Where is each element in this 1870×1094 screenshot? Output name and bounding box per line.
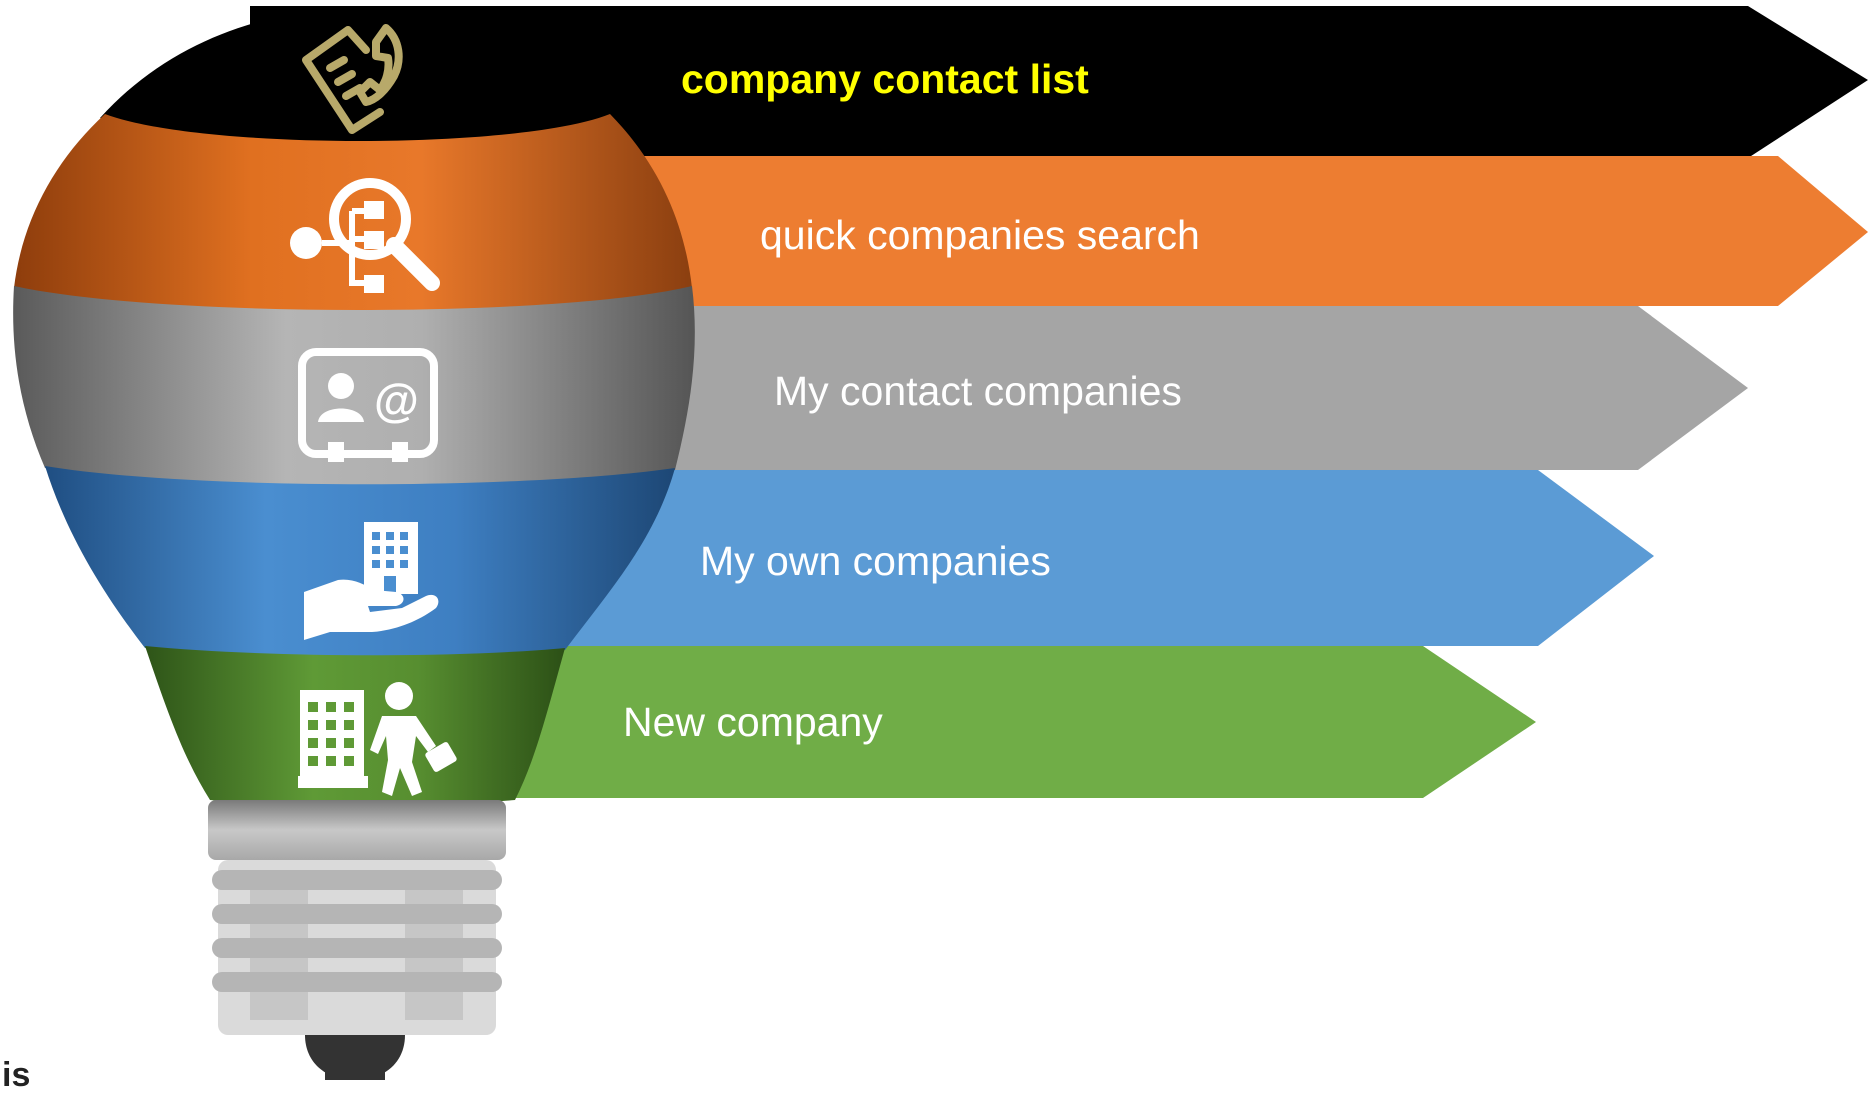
cropped-text-fragment: is (2, 1056, 31, 1094)
label-quick-companies-search: quick companies search (760, 212, 1200, 258)
label-new-company: New company (623, 699, 883, 745)
label-my-own-companies: My own companies (700, 538, 1051, 584)
label-my-contact-companies: My contact companies (774, 368, 1182, 414)
bulb-thread-3 (212, 938, 502, 958)
label-company-contact-list: company contact list (681, 56, 1089, 102)
lightbulb (13, 8, 695, 1080)
bulb-thread-4 (212, 972, 502, 992)
bulb-thread-1 (212, 870, 502, 890)
bulb-tip-bottom (325, 1072, 385, 1080)
bulb-neck (208, 800, 506, 860)
bulb-thread-2 (212, 904, 502, 924)
lightbulb-infographic: @ company contact list quick companies s… (13, 6, 1868, 1080)
svg-text:@: @ (374, 374, 419, 426)
arrow-banner-new-company[interactable] (400, 646, 1536, 798)
